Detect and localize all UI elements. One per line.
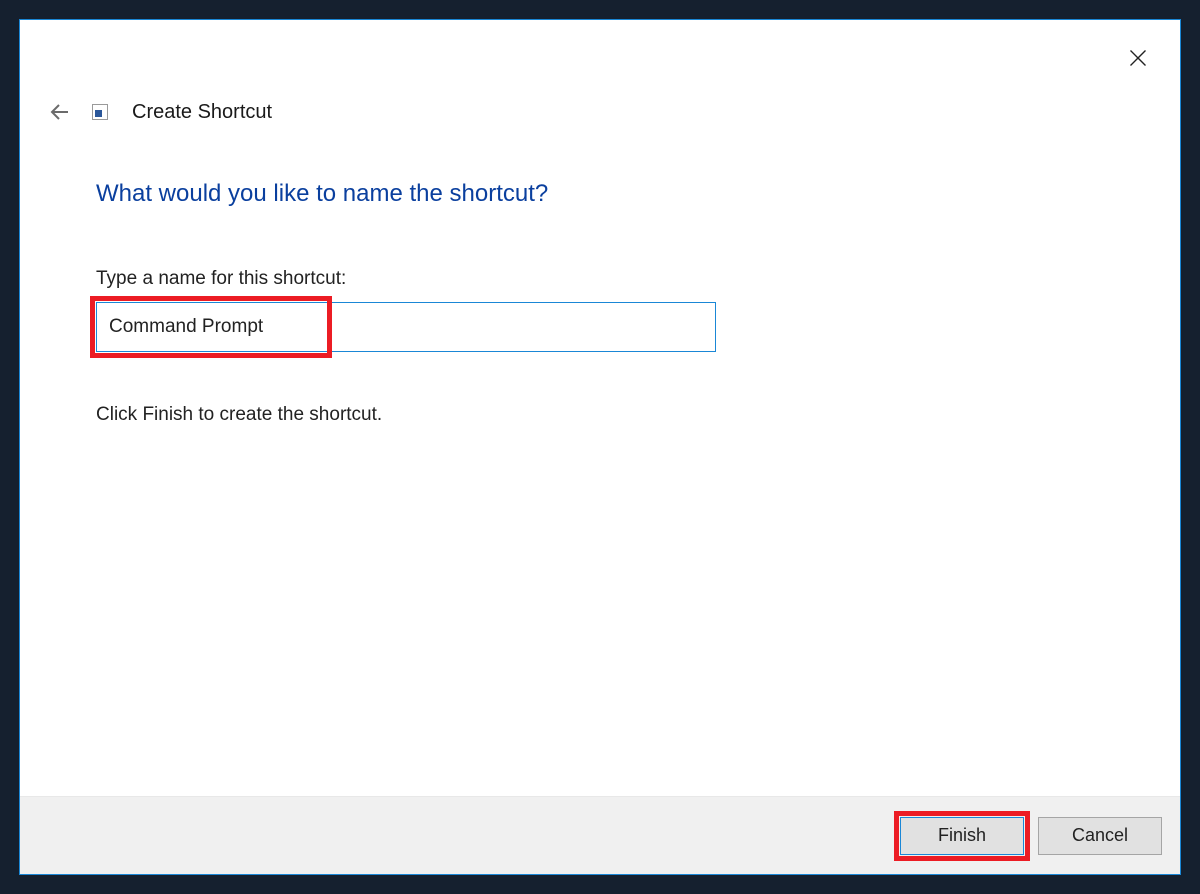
hint-text: Click Finish to create the shortcut. bbox=[96, 404, 1120, 426]
name-input-wrap bbox=[96, 302, 716, 352]
content-area: What would you like to name the shortcut… bbox=[96, 180, 1120, 426]
arrow-left-icon bbox=[48, 100, 72, 124]
back-button[interactable] bbox=[46, 98, 74, 126]
header: Create Shortcut bbox=[46, 98, 272, 126]
finish-button-wrap: Finish bbox=[900, 817, 1024, 855]
cancel-button[interactable]: Cancel bbox=[1038, 817, 1162, 855]
dialog-footer: Finish Cancel bbox=[20, 796, 1180, 874]
main-heading: What would you like to name the shortcut… bbox=[96, 180, 1120, 208]
close-icon bbox=[1128, 48, 1148, 68]
finish-button[interactable]: Finish bbox=[900, 817, 1024, 855]
titlebar bbox=[20, 20, 1180, 92]
close-button[interactable] bbox=[1118, 38, 1158, 78]
shortcut-name-input[interactable] bbox=[96, 302, 716, 352]
dialog-title: Create Shortcut bbox=[132, 101, 272, 124]
shortcut-file-icon bbox=[92, 104, 108, 120]
name-label: Type a name for this shortcut: bbox=[96, 268, 1120, 290]
create-shortcut-dialog: Create Shortcut What would you like to n… bbox=[19, 19, 1181, 875]
